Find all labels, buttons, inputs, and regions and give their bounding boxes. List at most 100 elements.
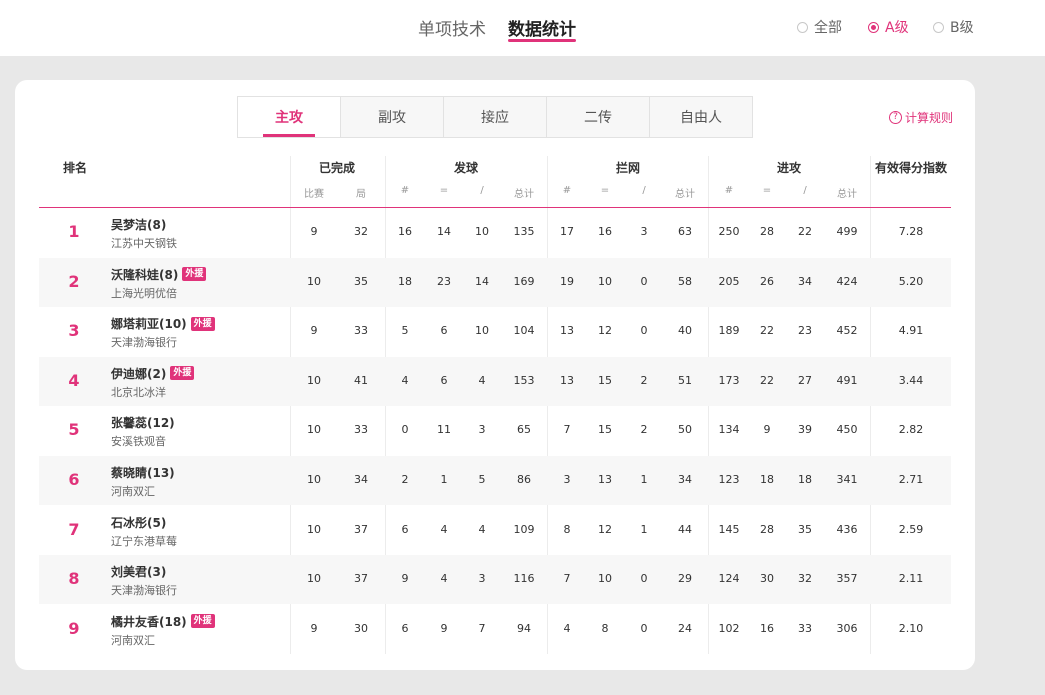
tab-middle-blocker[interactable]: 副攻	[341, 97, 444, 137]
cell-attack-total: 357	[836, 572, 858, 586]
cell-serve-neutral: 9	[440, 621, 448, 635]
cell-serve-error: 10	[475, 225, 489, 238]
cell-block-neutral: 8	[601, 621, 609, 635]
cell-score-index: 2.71	[898, 473, 924, 486]
cell-attack-kill: 173	[718, 373, 740, 387]
cell-block-error: 2	[640, 423, 648, 437]
table-row[interactable]: 2 沃隆科娃(8) 外援 上海光明优倍 10 35 18 23 14 169 19 10 0 58 205 2…	[39, 257, 951, 307]
cell-attack-neutral: 18	[760, 473, 774, 486]
filter-b-level-radio[interactable]: B级	[933, 17, 974, 37]
filter-a-level-radio[interactable]: A级	[868, 17, 909, 37]
cell-block-error: 2	[640, 373, 648, 387]
cell-serve-neutral: 14	[437, 225, 451, 238]
filter-all-radio[interactable]: 全部	[797, 17, 842, 37]
cell-attack-kill: 250	[718, 225, 740, 238]
cell-attack-total: 450	[836, 423, 858, 437]
cell-attack-error: 18	[798, 473, 812, 486]
cell-attack-neutral: 22	[760, 373, 774, 387]
cell-matches: 9	[310, 621, 318, 635]
cell-block-total: 50	[678, 423, 692, 437]
table-row[interactable]: 9 橘井友香(18) 外援 河南双汇 9 30 6 9 7 94 4 8 0 24 102 16 33 306 2.…	[39, 605, 951, 654]
cell-sets: 34	[354, 473, 368, 486]
player-name: 张馨蕊(12)	[111, 416, 175, 431]
table-row[interactable]: 7 石冰彤(5) 辽宁东港草莓 10 37 6 4 4 109 8 12 1 44 145 28 35 436 2…	[39, 506, 951, 555]
cell-score-index: 2.59	[898, 522, 924, 536]
cell-serve-neutral: 6	[440, 373, 448, 387]
cell-attack-neutral: 16	[760, 621, 774, 635]
subheader-sets: 局	[356, 189, 366, 200]
tab-setter[interactable]: 二传	[547, 97, 650, 137]
subheader-block-error: /	[642, 185, 646, 196]
cell-serve-ace: 0	[401, 423, 409, 437]
cell-block-neutral: 10	[598, 572, 612, 586]
cell-attack-error: 33	[798, 621, 812, 635]
calc-rules-link[interactable]: ? 计算规则	[889, 109, 953, 126]
player-name: 刘美君(3)	[111, 565, 167, 580]
cell-attack-total: 341	[836, 473, 858, 486]
tab-outside-hitter[interactable]: 主攻	[238, 97, 341, 137]
cell-serve-error: 4	[478, 373, 486, 387]
player-name: 石冰彤(5)	[111, 515, 167, 530]
table-row[interactable]: 4 伊迪娜(2) 外援 北京北冰洋 10 41 4 6 4 153 13 15 2 51 173 22 27 49…	[39, 356, 951, 406]
cell-block-point: 7	[563, 572, 571, 586]
cell-attack-kill: 145	[718, 522, 740, 536]
tab-single-skill[interactable]: 单项技术	[418, 15, 486, 40]
radio-circle-icon	[797, 21, 808, 33]
cell-serve-error: 5	[478, 473, 486, 486]
cell-score-index: 2.10	[898, 621, 924, 635]
tab-opposite[interactable]: 接应	[444, 97, 547, 137]
subheader-block-neutral: =	[600, 185, 610, 196]
cell-block-point: 13	[560, 373, 574, 387]
team-name: 辽宁东港草莓	[111, 534, 177, 548]
team-name: 天津渤海银行	[111, 336, 177, 350]
cell-attack-kill: 102	[718, 621, 740, 635]
header-completed: 已完成	[318, 161, 356, 175]
subheader-serve-error: /	[480, 185, 484, 196]
cell-matches: 10	[307, 373, 321, 387]
cell-attack-error: 27	[798, 373, 812, 387]
cell-attack-neutral: 9	[763, 423, 771, 437]
cell-block-error: 0	[640, 274, 648, 288]
stats-card: 主攻 副攻 接应 二传 自由人 ? 计算规则 排名 已完成 发球 拦网 进攻 有…	[15, 80, 975, 670]
subheader-block-point: #	[562, 185, 572, 196]
cell-sets: 37	[354, 522, 368, 536]
table-row[interactable]: 1 吴梦洁(8) 江苏中天钢铁 9 32 16 14 10 135 17 16 3 63 250 28 22 4…	[39, 208, 951, 257]
question-circle-icon: ?	[889, 111, 902, 124]
cell-sets: 32	[354, 225, 368, 238]
table-row[interactable]: 8 刘美君(3) 天津渤海银行 10 37 9 4 3 116 7 10 0 29 124 30 32 357 2…	[39, 555, 951, 605]
header-score-index: 有效得分指数	[874, 161, 948, 175]
radio-selected-icon	[868, 21, 879, 33]
cell-block-error: 0	[640, 572, 648, 586]
tab-libero[interactable]: 自由人	[650, 97, 752, 137]
player-name: 橘井友香(18) 外援	[111, 613, 215, 630]
cell-attack-kill: 134	[718, 423, 740, 437]
cell-block-point: 7	[563, 423, 571, 437]
table-row[interactable]: 3 娜塔莉亚(10) 外援 天津渤海银行 9 33 5 6 10 104 13 12 0 40 189 22 2…	[39, 307, 951, 356]
team-name: 上海光明优倍	[111, 286, 177, 300]
table-row[interactable]: 5 张馨蕊(12) 安溪铁观音 10 33 0 11 3 65 7 15 2 50 134 9 39 450 2.…	[39, 406, 951, 455]
cell-block-total: 63	[678, 225, 692, 238]
cell-serve-neutral: 6	[440, 324, 448, 338]
cell-sets: 35	[354, 274, 368, 288]
cell-serve-total: 135	[513, 225, 535, 238]
cell-block-point: 4	[563, 621, 571, 635]
foreign-player-badge: 外援	[190, 614, 215, 629]
player-name: 伊迪娜(2) 外援	[111, 365, 195, 382]
foreign-player-badge: 外援	[182, 267, 207, 282]
cell-serve-ace: 4	[401, 373, 409, 387]
cell-attack-error: 22	[798, 225, 812, 238]
cell-block-neutral: 16	[598, 225, 612, 238]
cell-serve-neutral: 4	[440, 572, 448, 586]
cell-matches: 9	[310, 324, 318, 338]
cell-score-index: 7.28	[898, 225, 924, 238]
cell-block-neutral: 15	[598, 423, 612, 437]
cell-sets: 33	[354, 423, 368, 437]
tab-data-stats[interactable]: 数据统计	[508, 15, 576, 42]
subheader-attack-error: /	[803, 185, 807, 196]
subheader-serve-total: 总计	[514, 189, 534, 200]
table-row[interactable]: 6 蔡晓睛(13) 河南双汇 10 34 2 1 5 86 3 13 1 34 123 18 18 341 2.7…	[39, 456, 951, 505]
header-block: 拦网	[615, 161, 641, 175]
cell-block-neutral: 12	[598, 522, 612, 536]
cell-sets: 33	[354, 324, 368, 338]
header-rank: 排名	[62, 161, 88, 175]
